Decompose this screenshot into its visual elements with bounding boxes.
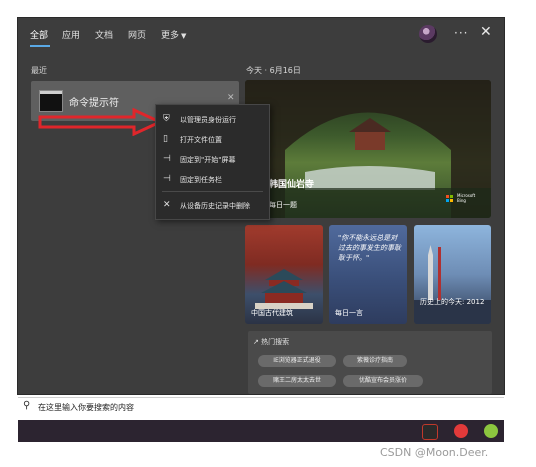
start-search-panel: 全部 应用 文档 网页 更多 ▼ ··· ✕ 最近 命令提示符 ✕ 今天 · 6月…: [18, 18, 504, 394]
menu-remove-from-history[interactable]: ✕ 从设备历史记录中删除: [156, 197, 269, 215]
brand-line-2: Bing: [457, 198, 466, 203]
menu-pin-to-taskbar[interactable]: ⊣ 固定到任务栏: [156, 171, 269, 189]
menu-item-label: 打开文件位置: [180, 136, 222, 144]
card-label: 中国古代建筑: [251, 309, 293, 317]
ide-app-icon[interactable]: [422, 424, 438, 440]
music-app-icon[interactable]: [454, 424, 468, 438]
active-tab-indicator: [30, 45, 50, 47]
tab-more-label: 更多: [161, 31, 180, 41]
hot-searches-title: ↗ 热门搜索: [253, 338, 290, 346]
tab-more[interactable]: 更多 ▼: [161, 28, 186, 41]
card-label: 每日一言: [335, 309, 363, 317]
tab-all[interactable]: 全部: [30, 28, 48, 41]
watermark: CSDN @Moon.Deer.: [380, 446, 489, 459]
hot-search-chip[interactable]: 优酷宣布会员涨价: [343, 375, 423, 387]
card-daily-quote[interactable]: "你不能永远总是对过去的事发生的事耿耿于怀。" 每日一言: [329, 225, 407, 324]
search-input[interactable]: [38, 400, 478, 414]
menu-item-label: 以管理员身份运行: [180, 116, 236, 124]
menu-item-label: 从设备历史记录中删除: [180, 202, 250, 210]
shield-run-icon: ⛨: [163, 114, 170, 124]
hero-image: [245, 80, 491, 218]
chevron-down-icon: ▼: [181, 32, 187, 40]
folder-icon: ▯: [163, 134, 168, 144]
microsoft-logo-icon: [446, 195, 454, 203]
close-icon[interactable]: ✕: [480, 24, 492, 40]
menu-run-as-admin[interactable]: ⛨ 以管理员身份运行: [156, 111, 269, 129]
remove-icon[interactable]: ✕: [227, 93, 235, 103]
hot-title-text: 热门搜索: [261, 338, 290, 346]
hot-search-chip[interactable]: IE浏览器正式退役: [258, 355, 336, 367]
browser-app-icon[interactable]: [484, 424, 498, 438]
tab-documents[interactable]: 文档: [95, 28, 113, 41]
hero-card[interactable]: 韩国仙岩寺 每日一题 Microsoft Bing: [245, 80, 491, 218]
hero-title: 韩国仙岩寺: [269, 180, 315, 190]
context-menu: ⛨ 以管理员身份运行 ▯ 打开文件位置 ⊣ 固定到"开始"屏幕 ⊣ 固定到任务栏…: [155, 104, 270, 220]
brand-text: Microsoft Bing: [457, 193, 475, 203]
hot-searches: ↗ 热门搜索 IE浏览器正式退役 紫薇诊疗指南 赌王二房太太去世 优酷宣布会员涨…: [248, 331, 492, 394]
today-label: 今天 · 6月16日: [246, 66, 301, 75]
avatar[interactable]: [419, 25, 437, 43]
menu-open-file-location[interactable]: ▯ 打开文件位置: [156, 131, 269, 149]
taskbar: [18, 420, 504, 442]
recent-app-name: 命令提示符: [69, 98, 119, 109]
card-label: 历史上的今天: 2012: [420, 298, 485, 306]
pin-icon: ⊣: [163, 174, 171, 184]
hot-search-chip[interactable]: 赌王二房太太去世: [258, 375, 336, 387]
quote-text: "你不能永远总是对过去的事发生的事耿耿于怀。": [338, 234, 401, 262]
card-history-today[interactable]: 历史上的今天: 2012: [414, 225, 491, 324]
menu-item-label: 固定到"开始"屏幕: [180, 156, 236, 164]
taskbar-search-bar[interactable]: ⚲: [18, 397, 504, 416]
close-icon: ✕: [163, 200, 171, 210]
more-options-icon[interactable]: ···: [454, 26, 468, 40]
menu-item-label: 固定到任务栏: [180, 176, 222, 184]
menu-pin-to-start[interactable]: ⊣ 固定到"开始"屏幕: [156, 151, 269, 169]
tab-web[interactable]: 网页: [128, 28, 146, 41]
top-bar: 全部 应用 文档 网页 更多 ▼ ··· ✕: [18, 18, 504, 50]
tab-apps[interactable]: 应用: [62, 28, 80, 41]
card-architecture[interactable]: 中国古代建筑: [245, 225, 323, 324]
red-arrow-annotation: [38, 108, 164, 136]
hero-subtitle: 每日一题: [269, 201, 297, 209]
menu-divider: [162, 191, 263, 192]
rocket-image: [414, 245, 491, 324]
pin-icon: ⊣: [163, 154, 171, 164]
recent-section-label: 最近: [31, 66, 47, 75]
hot-search-chip[interactable]: 紫薇诊疗指南: [343, 355, 407, 367]
search-icon: ⚲: [23, 400, 31, 411]
